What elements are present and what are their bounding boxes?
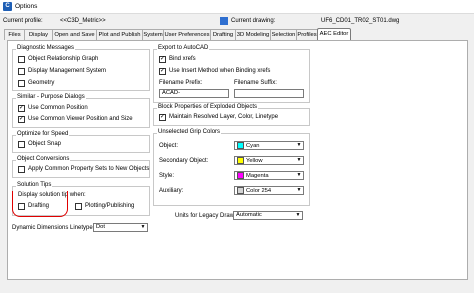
filename-prefix-input[interactable]: ACAD- [159,89,229,98]
grip-auxiliary-value: Color 254 [246,188,272,195]
tab-3d-modeling[interactable]: 3D Modeling [235,29,271,40]
drawing-icon [220,17,228,25]
grip-style-label: Style: [159,173,175,179]
use-common-position-checkbox[interactable]: ✓ [18,105,25,112]
tab-selection[interactable]: Selection [270,29,297,40]
similar-dialogs-title: Similar - Purpose Dialogs [16,94,86,100]
grip-object-value: Cyan [246,143,260,150]
tab-drafting[interactable]: Drafting [210,29,236,40]
grip-colors-group: Unselected Grip Colors Object: Cyan ▼ Se… [153,129,310,206]
display-management-system-checkbox[interactable] [18,68,25,75]
grip-object-select[interactable]: Cyan ▼ [234,141,304,150]
maintain-resolved-layer-checkbox[interactable]: ✓ [159,114,166,121]
export-title: Export to AutoCAD [157,45,210,51]
legacy-units-value: Automatic [236,212,262,218]
geometry-label: Geometry [28,80,55,86]
exploded-group: Block Properties of Exploded Objects ✓ M… [153,104,310,126]
title-bar: C Options [0,0,474,14]
use-common-position-label: Use Common Position [28,105,88,111]
object-snap-label: Object Snap [28,141,62,147]
tab-user-preferences[interactable]: User Preferences [163,29,211,40]
tab-system[interactable]: System [142,29,164,40]
dyn-linetype-label: Dynamic Dimensions Linetype: [12,225,95,231]
grip-colors-title: Unselected Grip Colors [157,129,222,135]
optimize-title: Optimize for Speed [16,131,70,137]
apply-property-sets-checkbox[interactable] [18,166,25,173]
object-relationship-graph-checkbox[interactable] [18,56,25,63]
aec-editor-panel: Diagnostic Messages Object Relationship … [7,40,468,280]
diagnostic-title: Diagnostic Messages [16,45,76,51]
export-group: Export to AutoCAD ✓ Bind xrefs ✓ Use Ins… [153,45,310,103]
window-title: Options [15,3,38,10]
grip-style-value: Magenta [246,173,269,180]
diagnostic-group: Diagnostic Messages Object Relationship … [12,45,150,91]
chevron-down-icon: ▼ [296,187,302,193]
current-drawing-value: UF6_CD01_TR02_ST01.dwg [321,18,400,24]
chevron-down-icon: ▼ [140,224,146,230]
tab-profiles[interactable]: Profiles [296,29,318,40]
chevron-down-icon: ▼ [296,142,302,148]
chevron-down-icon: ▼ [295,212,301,218]
use-common-viewer-checkbox[interactable]: ✓ [18,116,25,123]
similar-dialogs-group: Similar - Purpose Dialogs ✓ Use Common P… [12,94,150,128]
current-drawing-label: Current drawing: [231,18,276,24]
plotting-publishing-checkbox[interactable] [75,203,82,210]
legacy-units-select[interactable]: Automatic ▼ [233,211,303,220]
grip-object-label: Object: [159,143,179,149]
tab-open-and-save[interactable]: Open and Save [52,29,97,40]
profile-row: Current profile: <<C3D_Metric>> Current … [3,17,471,27]
grip-secondary-value: Yellow [246,158,263,165]
tab-files[interactable]: Files [4,29,25,40]
use-common-viewer-label: Use Common Viewer Position and Size [28,116,133,122]
drafting-highlight-annotation [12,191,68,217]
color-254-swatch [237,187,244,194]
tab-plot-and-publish[interactable]: Plot and Publish [96,29,143,40]
maintain-resolved-layer-label: Maintain Resolved Layer, Color, Linetype [169,114,279,120]
filename-suffix-label: Filename Suffix: [234,80,277,86]
conversions-title: Object Conversions [16,156,71,162]
optimize-group: Optimize for Speed Object Snap [12,131,150,153]
display-management-system-label: Display Management System [28,68,107,74]
apply-property-sets-label: Apply Common Property Sets to New Object… [28,166,150,172]
yellow-swatch [237,157,244,164]
bind-xrefs-label: Bind xrefs [169,56,196,62]
dyn-linetype-value: Dot [96,224,106,230]
filename-suffix-input[interactable] [234,89,304,98]
grip-style-select[interactable]: Magenta ▼ [234,171,304,180]
magenta-swatch [237,172,244,179]
use-insert-method-label: Use Insert Method when Binding xrefs [169,68,271,74]
app-icon: C [3,2,12,11]
object-snap-checkbox[interactable] [18,141,25,148]
grip-secondary-select[interactable]: Yellow ▼ [234,156,304,165]
conversions-group: Object Conversions Apply Common Property… [12,156,150,178]
plotting-publishing-label: Plotting/Publishing [85,203,135,209]
current-profile-label: Current profile: [3,18,43,24]
geometry-checkbox[interactable] [18,80,25,87]
bind-xrefs-checkbox[interactable]: ✓ [159,56,166,63]
use-insert-method-checkbox[interactable]: ✓ [159,68,166,75]
grip-auxiliary-label: Auxiliary: [159,188,184,194]
grip-secondary-label: Secondary Object: [159,158,209,164]
solution-tips-title: Solution Tips [16,182,53,188]
tab-display[interactable]: Display [24,29,53,40]
chevron-down-icon: ▼ [296,157,302,163]
grip-auxiliary-select[interactable]: Color 254 ▼ [234,186,304,195]
chevron-down-icon: ▼ [296,172,302,178]
cyan-swatch [237,142,244,149]
filename-prefix-label: Filename Prefix: [159,80,203,86]
object-relationship-graph-label: Object Relationship Graph [28,56,99,62]
current-profile-value: <<C3D_Metric>> [60,18,106,24]
exploded-title: Block Properties of Exploded Objects [157,104,259,110]
dyn-linetype-select[interactable]: Dot ▼ [93,223,148,232]
